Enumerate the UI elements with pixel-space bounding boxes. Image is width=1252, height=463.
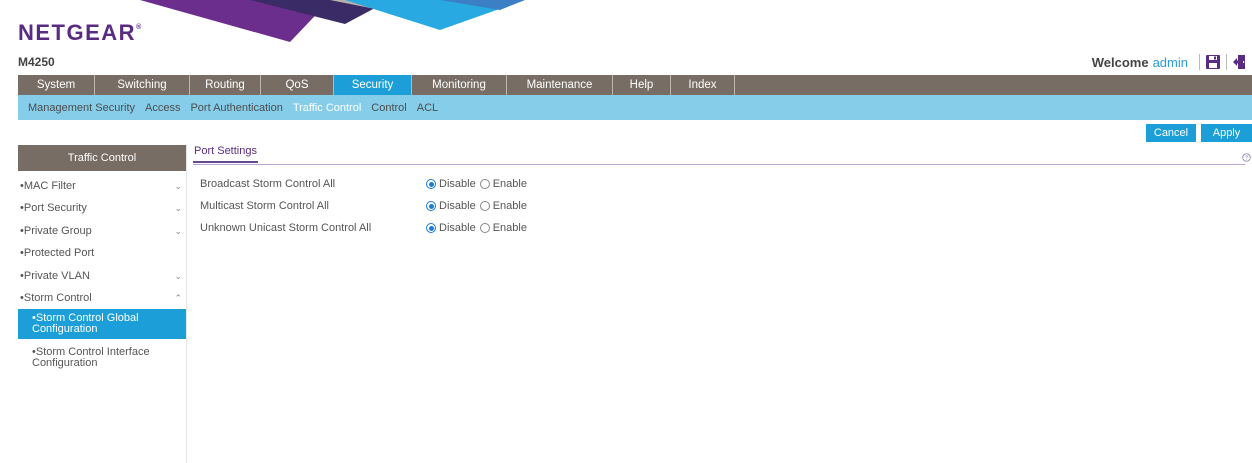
radio-checked-icon [426,201,436,211]
tab-switching[interactable]: Switching [95,75,190,95]
tab-maintenance[interactable]: Maintenance [507,75,613,95]
sub-nav: Management Security Access Port Authenti… [18,95,1252,120]
sidebar-subitem-label: Storm Control Global Configuration [32,312,139,336]
sidebar-item-storm-control[interactable]: •Storm Control ⌃ [18,287,186,309]
sidebar-item-label: Private Group [23,224,92,237]
subtab-management-security[interactable]: Management Security [18,102,140,114]
setting-row-broadcast: Broadcast Storm Control All Disable Enab… [200,175,531,193]
chevron-down-icon: ⌄ [174,225,182,236]
welcome-area: Welcome admin [1092,52,1248,72]
chevron-up-icon: ⌃ [174,292,182,303]
setting-label: Broadcast Storm Control All [200,178,336,190]
cancel-button[interactable]: Cancel [1146,124,1196,142]
sidebar-item-label: Port Security [23,202,87,215]
radio-unchecked-icon [479,201,490,211]
sidebar: Traffic Control •MAC Filter ⌄ •Port Secur… [18,145,187,463]
sidebar-item-mac-filter[interactable]: •MAC Filter ⌄ [18,175,186,197]
sidebar-item-private-group[interactable]: •Private Group ⌄ [18,220,186,242]
sidebar-subitem-storm-control-global[interactable]: •Storm Control Global Configuration [18,309,186,340]
section-tab-port-settings[interactable]: Port Settings [193,145,258,163]
sidebar-subitem-label: Storm Control Interface Configuration [32,346,150,370]
chevron-down-icon: ⌄ [174,203,182,214]
sidebar-item-label: Storm Control [23,291,92,304]
subtab-access[interactable]: Access [140,102,185,114]
chevron-down-icon: ⌄ [174,181,182,191]
setting-label: Multicast Storm Control All [200,200,329,212]
sidebar-item-label: MAC Filter [23,180,76,192]
welcome-text: Welcome [1091,54,1149,70]
setting-row-multicast: Multicast Storm Control All Disable Enab… [200,197,531,215]
header-separator [1199,54,1200,70]
radio-broadcast-disable[interactable]: Disable [426,175,476,193]
save-icon[interactable] [1205,54,1221,70]
subtab-acl[interactable]: ACL [412,102,443,114]
subtab-port-authentication[interactable]: Port Authentication [185,102,287,114]
radio-checked-icon [426,223,436,233]
welcome-username: admin [1152,54,1188,70]
setting-row-unknown-unicast: Unknown Unicast Storm Control All Disabl… [200,219,531,237]
sidebar-item-label: Private VLAN [23,269,90,282]
radio-unchecked-icon [479,223,490,233]
tab-index[interactable]: Index [671,75,735,95]
sidebar-title: Traffic Control [18,145,186,171]
tab-help[interactable]: Help [613,75,671,95]
brand-logo: NETGEAR® [18,20,142,45]
page-header: NETGEAR® M4250 Welcome admin [0,0,1252,75]
sidebar-item-private-vlan[interactable]: •Private VLAN ⌄ [18,265,186,287]
section-divider [193,164,1245,165]
help-icon[interactable]: ? [1242,153,1251,162]
radio-checked-icon [426,179,436,189]
tab-qos[interactable]: QoS [261,75,334,95]
subtab-traffic-control[interactable]: Traffic Control [288,102,366,114]
radio-multicast-disable[interactable]: Disable [426,197,476,215]
sidebar-item-protected-port[interactable]: •Protected Port [18,242,186,264]
radio-unicast-disable[interactable]: Disable [426,219,476,237]
radio-multicast-enable[interactable]: Enable [479,197,527,215]
sidebar-item-port-security[interactable]: •Port Security ⌄ [18,197,186,219]
tab-routing[interactable]: Routing [190,75,261,95]
apply-button[interactable]: Apply [1201,124,1252,142]
logout-icon[interactable] [1232,54,1248,70]
tab-system[interactable]: System [18,75,95,95]
sidebar-subitem-storm-control-interface[interactable]: •Storm Control Interface Configuration [18,343,186,373]
radio-unchecked-icon [479,179,490,189]
header-separator [1226,54,1227,70]
main-nav: System Switching Routing QoS Security Mo… [18,75,1252,95]
sidebar-item-label: Protected Port [23,247,95,260]
radio-broadcast-enable[interactable]: Enable [479,175,527,193]
setting-label: Unknown Unicast Storm Control All [200,222,372,234]
tab-security[interactable]: Security [334,75,412,95]
subtab-control[interactable]: Control [366,102,411,114]
tab-monitoring[interactable]: Monitoring [412,75,507,95]
model-name: M4250 [18,55,55,69]
radio-unicast-enable[interactable]: Enable [479,219,527,237]
banner-art [140,0,525,42]
chevron-down-icon: ⌄ [174,270,182,281]
